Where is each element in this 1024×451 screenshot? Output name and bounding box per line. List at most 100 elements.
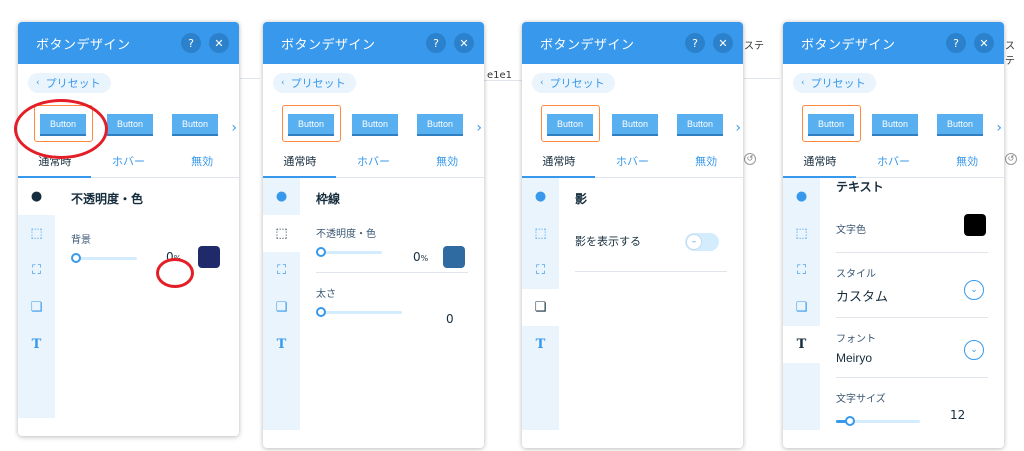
question-icon[interactable]: ? bbox=[426, 33, 446, 53]
chevron-left-icon: ‹ bbox=[281, 78, 285, 88]
text-icon[interactable]: T bbox=[522, 326, 559, 363]
opacity-slider[interactable] bbox=[316, 244, 386, 260]
opacity-slider[interactable] bbox=[71, 250, 141, 266]
border-icon[interactable]: ⬚ bbox=[522, 215, 559, 252]
tab-hover[interactable]: ホバー bbox=[92, 148, 166, 177]
font-dropdown-chevron-icon[interactable]: ⌄ bbox=[964, 340, 984, 360]
preset-back-button[interactable]: ‹ プリセット bbox=[273, 73, 356, 93]
bg-refresh-icon: ↺ bbox=[744, 153, 756, 165]
preset-back-button[interactable]: ‹ プリセット bbox=[532, 73, 615, 93]
preset-thumbnails: Button Button Button › bbox=[783, 102, 1004, 148]
width-slider[interactable] bbox=[316, 304, 406, 320]
panel-header: ボタンデザイン ? ✕ bbox=[263, 22, 484, 64]
chevron-right-icon[interactable]: › bbox=[735, 120, 741, 136]
border-icon[interactable]: ⬚ bbox=[783, 215, 820, 252]
preset-thumb-1[interactable]: Button bbox=[547, 114, 593, 136]
tab-normal[interactable]: 通常時 bbox=[522, 148, 596, 177]
divider bbox=[575, 271, 727, 272]
text-icon[interactable]: T bbox=[783, 326, 820, 363]
divider bbox=[836, 317, 988, 318]
preset-back-button[interactable]: ‹ プリセット bbox=[793, 73, 876, 93]
preset-thumb-3[interactable]: Button bbox=[417, 114, 463, 136]
border-icon[interactable]: ⬚ bbox=[263, 215, 300, 252]
slider-knob[interactable] bbox=[845, 416, 855, 426]
close-icon[interactable]: ✕ bbox=[713, 33, 733, 53]
panel-title: ボタンデザイン bbox=[801, 37, 896, 53]
preset-thumb-3[interactable]: Button bbox=[677, 114, 723, 136]
fill-drop-icon[interactable]: ● bbox=[522, 178, 559, 215]
opacity-color-label: 不透明度・色 bbox=[316, 229, 376, 240]
section-title: 不透明度・色 bbox=[71, 192, 144, 206]
tab-disabled[interactable]: 無効 bbox=[669, 148, 743, 177]
state-tabs: 通常時 ホバー 無効 bbox=[783, 148, 1004, 178]
shadow-icon[interactable]: ❏ bbox=[783, 289, 820, 326]
close-icon[interactable]: ✕ bbox=[974, 33, 994, 53]
settings-sidebar: ● ⬚ ⛶ ❏ T bbox=[522, 178, 559, 430]
fill-drop-icon[interactable]: ● bbox=[263, 178, 300, 215]
chevron-right-icon[interactable]: › bbox=[996, 120, 1002, 136]
fill-drop-icon[interactable]: ● bbox=[783, 178, 820, 215]
tab-hover[interactable]: ホバー bbox=[596, 148, 670, 177]
fill-drop-icon[interactable]: ● bbox=[18, 178, 55, 215]
slider-knob[interactable] bbox=[316, 307, 326, 317]
preset-thumb-3[interactable]: Button bbox=[172, 114, 218, 136]
bg-divider bbox=[484, 80, 524, 81]
preset-thumb-3[interactable]: Button bbox=[937, 114, 983, 136]
chevron-left-icon: ‹ bbox=[36, 78, 40, 88]
shadow-icon[interactable]: ❏ bbox=[263, 289, 300, 326]
close-icon[interactable]: ✕ bbox=[454, 33, 474, 53]
preset-label: プリセット bbox=[549, 77, 605, 90]
preset-label: プリセット bbox=[810, 77, 866, 90]
shadow-toggle[interactable]: – bbox=[685, 233, 719, 251]
corners-icon[interactable]: ⛶ bbox=[783, 252, 820, 289]
width-label: 太さ bbox=[316, 289, 336, 300]
preset-back-button[interactable]: ‹ プリセット bbox=[28, 73, 111, 93]
preset-thumb-1[interactable]: Button bbox=[808, 114, 854, 136]
preset-thumb-2[interactable]: Button bbox=[107, 114, 153, 136]
question-icon[interactable]: ? bbox=[181, 33, 201, 53]
tab-disabled[interactable]: 無効 bbox=[410, 148, 484, 177]
chevron-right-icon[interactable]: › bbox=[476, 120, 482, 136]
slider-knob[interactable] bbox=[316, 247, 326, 257]
preset-thumb-2[interactable]: Button bbox=[352, 114, 398, 136]
corners-icon[interactable]: ⛶ bbox=[522, 252, 559, 289]
chevron-left-icon: ‹ bbox=[801, 78, 805, 88]
text-color-swatch[interactable] bbox=[964, 214, 986, 236]
border-icon[interactable]: ⬚ bbox=[18, 215, 55, 252]
text-icon[interactable]: T bbox=[263, 326, 300, 363]
tab-disabled[interactable]: 無効 bbox=[930, 148, 1004, 177]
tab-hover[interactable]: ホバー bbox=[337, 148, 411, 177]
slider-track bbox=[316, 311, 402, 314]
text-icon[interactable]: T bbox=[18, 326, 55, 363]
corners-icon[interactable]: ⛶ bbox=[18, 252, 55, 289]
tab-hover[interactable]: ホバー bbox=[857, 148, 931, 177]
slider-knob[interactable] bbox=[71, 253, 81, 263]
corners-icon[interactable]: ⛶ bbox=[263, 252, 300, 289]
style-dropdown-chevron-icon[interactable]: ⌄ bbox=[964, 280, 984, 300]
panel-header: ボタンデザイン ? ✕ bbox=[18, 22, 239, 64]
preset-thumb-1[interactable]: Button bbox=[288, 114, 334, 136]
preset-thumb-2[interactable]: Button bbox=[612, 114, 658, 136]
background-color-swatch[interactable] bbox=[198, 246, 220, 268]
button-design-panel: ボタンデザイン ? ✕ ‹ プリセット Button Button Button… bbox=[522, 22, 743, 448]
question-icon[interactable]: ? bbox=[685, 33, 705, 53]
preset-thumb-2[interactable]: Button bbox=[872, 114, 918, 136]
question-icon[interactable]: ? bbox=[946, 33, 966, 53]
font-size-slider[interactable] bbox=[836, 413, 922, 429]
bg-text-fragment: ステ bbox=[1005, 41, 1015, 67]
panel-header: ボタンデザイン ? ✕ bbox=[783, 22, 1004, 64]
style-label: スタイル bbox=[836, 269, 876, 280]
chevron-right-icon[interactable]: › bbox=[231, 120, 237, 136]
tab-disabled[interactable]: 無効 bbox=[165, 148, 239, 177]
shadow-icon[interactable]: ❏ bbox=[522, 289, 559, 326]
font-label: フォント bbox=[836, 334, 876, 345]
tab-normal[interactable]: 通常時 bbox=[783, 148, 857, 177]
close-icon[interactable]: ✕ bbox=[209, 33, 229, 53]
toggle-knob: – bbox=[686, 234, 702, 250]
highlight-circle bbox=[14, 99, 108, 159]
border-color-swatch[interactable] bbox=[443, 246, 465, 268]
shadow-icon[interactable]: ❏ bbox=[18, 289, 55, 326]
tab-normal[interactable]: 通常時 bbox=[263, 148, 337, 177]
background-label: 背景 bbox=[71, 235, 91, 246]
section-title: 影 bbox=[575, 192, 588, 206]
